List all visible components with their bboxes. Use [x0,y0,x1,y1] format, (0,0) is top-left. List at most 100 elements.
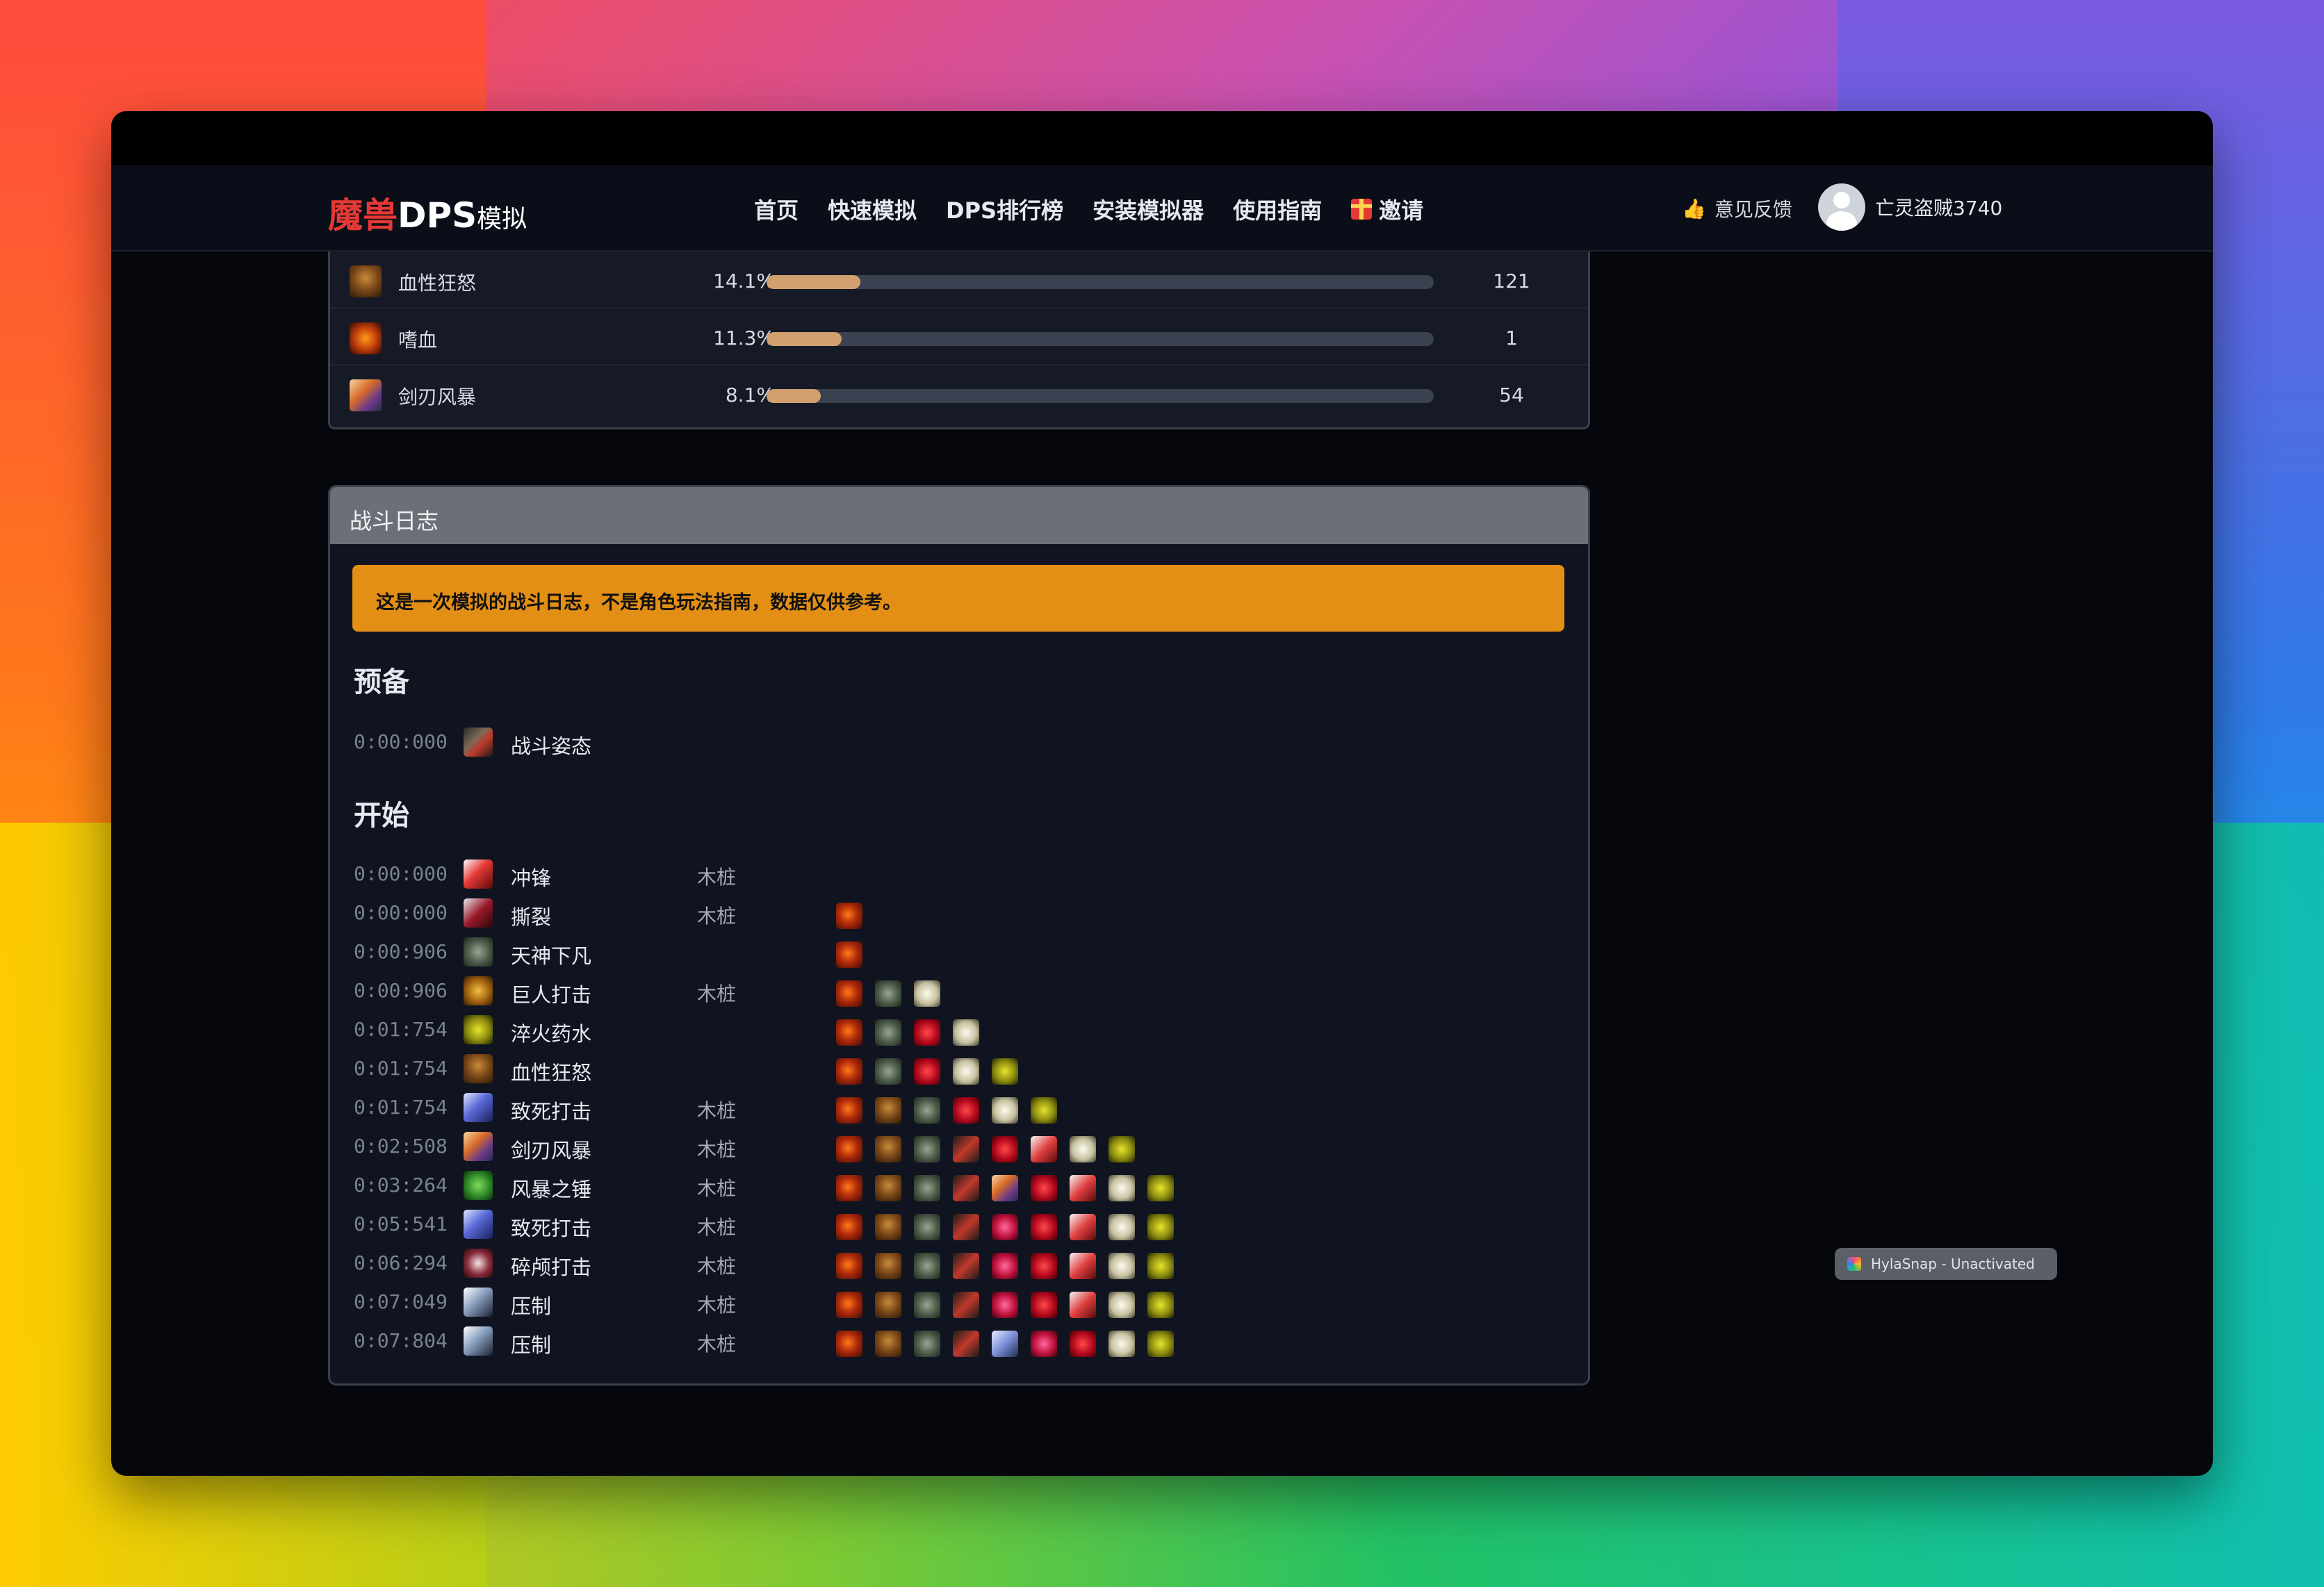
ability-name: 淬火药水 [511,1022,592,1046]
avatar-buff-icon [914,1175,940,1201]
claw-buff-icon [953,1214,979,1240]
ability-name: 血性狂怒 [511,1061,592,1085]
uptime-bar [767,389,1434,403]
rage-buff-icon [836,1214,862,1240]
rage-buff-icon [836,1292,862,1318]
uptime-bar-fill [767,332,842,346]
blade-buff-icon [992,1175,1018,1201]
potion-buff-icon [992,1058,1018,1085]
slice-buff-icon [1070,1292,1096,1318]
active-buffs [836,1253,1174,1279]
nav-quick-sim[interactable]: 快速模拟 [828,193,917,225]
rage-buff-icon [836,1097,862,1124]
mortal-icon [464,1210,493,1239]
notice-banner: 这是一次模拟的战斗日志，不是角色玩法指南，数据仅供参考。 [352,565,1564,632]
frenzy-buff-icon [875,1331,901,1357]
event-target: 木桩 [697,1216,737,1239]
avatar-buff-icon [914,1097,940,1124]
bladestorm-icon [350,379,382,411]
mortal-icon [464,1093,493,1122]
nav-install[interactable]: 安装模拟器 [1093,193,1204,225]
event-time: 0:01:754 [354,1096,448,1119]
logo-text-red: 魔兽 [328,195,398,236]
rage-buff-icon [836,1058,862,1085]
event-time: 0:00:000 [354,862,448,885]
active-buffs [836,941,862,968]
event-time: 0:07:049 [354,1290,448,1313]
nav-invite[interactable]: 邀请 [1351,193,1423,225]
white-buff-icon [1108,1175,1135,1201]
frenzy-buff-icon [875,1136,901,1162]
white-buff-icon [1108,1292,1135,1318]
rage-buff-icon [836,1019,862,1046]
event-time: 0:03:264 [354,1174,448,1197]
red-buff-icon [992,1136,1018,1162]
log-event-row: 0:00:906 巨人打击 木桩 [354,972,1563,1011]
red-buff-icon [914,1058,940,1085]
white-buff-icon [953,1058,979,1085]
avatar-buff-icon [875,1019,901,1046]
event-time: 0:05:541 [354,1212,448,1235]
buff-uptime: 11.3% [713,327,775,350]
buff-uptime-table: 血性狂怒 14.1% 121 嗜血 11.3% 1 剑刃风暴 8.1% 54 [328,252,1590,429]
nav-guide[interactable]: 使用指南 [1233,193,1322,225]
main-menu: 首页 快速模拟 DPS排行榜 安装模拟器 使用指南 邀请 [754,193,1423,225]
uptime-bar [767,332,1434,346]
nav-install-label: 安装模拟器 [1093,197,1204,224]
red-buff-icon [1031,1175,1057,1201]
rage-buff-icon [836,1175,862,1201]
white-buff-icon [953,1019,979,1046]
slice-buff-icon [1070,1214,1096,1240]
potion-buff-icon [1031,1097,1057,1124]
red-buff-icon [1031,1214,1057,1240]
ability-name: 战斗姿态 [511,734,592,758]
ability-name: 风暴之锤 [511,1178,592,1201]
event-time: 0:00:906 [354,979,448,1002]
event-target: 木桩 [697,1099,737,1122]
ability-name: 致死打击 [511,1217,592,1240]
avatar-buff-icon [875,1058,901,1085]
combat-log-panel: 战斗日志 这是一次模拟的战斗日志，不是角色玩法指南，数据仅供参考。 预备 0:00… [328,485,1590,1385]
user-menu[interactable]: 亡灵盗贼3740 [1818,183,2002,231]
rage-buff-icon [836,941,862,968]
event-time: 0:00:906 [354,940,448,963]
top-nav: 魔兽DPS模拟 首页 快速模拟 DPS排行榜 安装模拟器 使用指南 邀请 👍 意… [111,165,2213,252]
white-buff-icon [1108,1214,1135,1240]
swirl-buff-icon [1031,1331,1057,1357]
site-logo[interactable]: 魔兽DPS模拟 [328,188,527,238]
frenzy-buff-icon [875,1292,901,1318]
ability-name: 压制 [511,1294,552,1318]
log-event-row: 0:05:541 致死打击 木桩 [354,1206,1563,1244]
buff-uptime: 14.1% [713,270,775,293]
ability-name: 撕裂 [511,905,552,929]
suppress-icon [464,1288,493,1317]
event-time: 0:01:754 [354,1057,448,1080]
white-buff-icon [1070,1136,1096,1162]
event-time: 0:00:000 [354,730,448,753]
blue-buff-icon [992,1331,1018,1357]
event-target: 木桩 [697,1138,737,1161]
bloodlust-icon [350,322,382,354]
thumbs-up-icon: 👍 [1682,197,1706,220]
frenzy-icon [350,265,382,297]
potion-buff-icon [1147,1175,1174,1201]
log-event-row: 0:00:906 天神下凡 [354,933,1563,972]
nav-home[interactable]: 首页 [754,193,799,225]
rage-buff-icon [836,980,862,1007]
active-buffs [836,1175,1174,1201]
potion-buff-icon [1147,1331,1174,1357]
nav-dps-ranking[interactable]: DPS排行榜 [946,193,1063,225]
buff-count: 1 [1505,327,1518,350]
log-section-title: 开始 [354,800,409,832]
log-event-row: 0:06:294 碎颅打击 木桩 [354,1244,1563,1283]
buff-name: 血性狂怒 [398,272,477,295]
red-buff-icon [1031,1253,1057,1279]
feedback-link[interactable]: 👍 意见反馈 [1682,195,1792,222]
ability-name: 冲锋 [511,866,552,890]
avatar-icon [464,937,493,967]
claw-buff-icon [953,1292,979,1318]
potion-buff-icon [1147,1292,1174,1318]
nav-guide-label: 使用指南 [1233,197,1323,224]
hylasnap-badge[interactable]: HylaSnap - Unactivated [1835,1248,2057,1280]
nav-dps-ranking-label: DPS排行榜 [946,197,1064,224]
